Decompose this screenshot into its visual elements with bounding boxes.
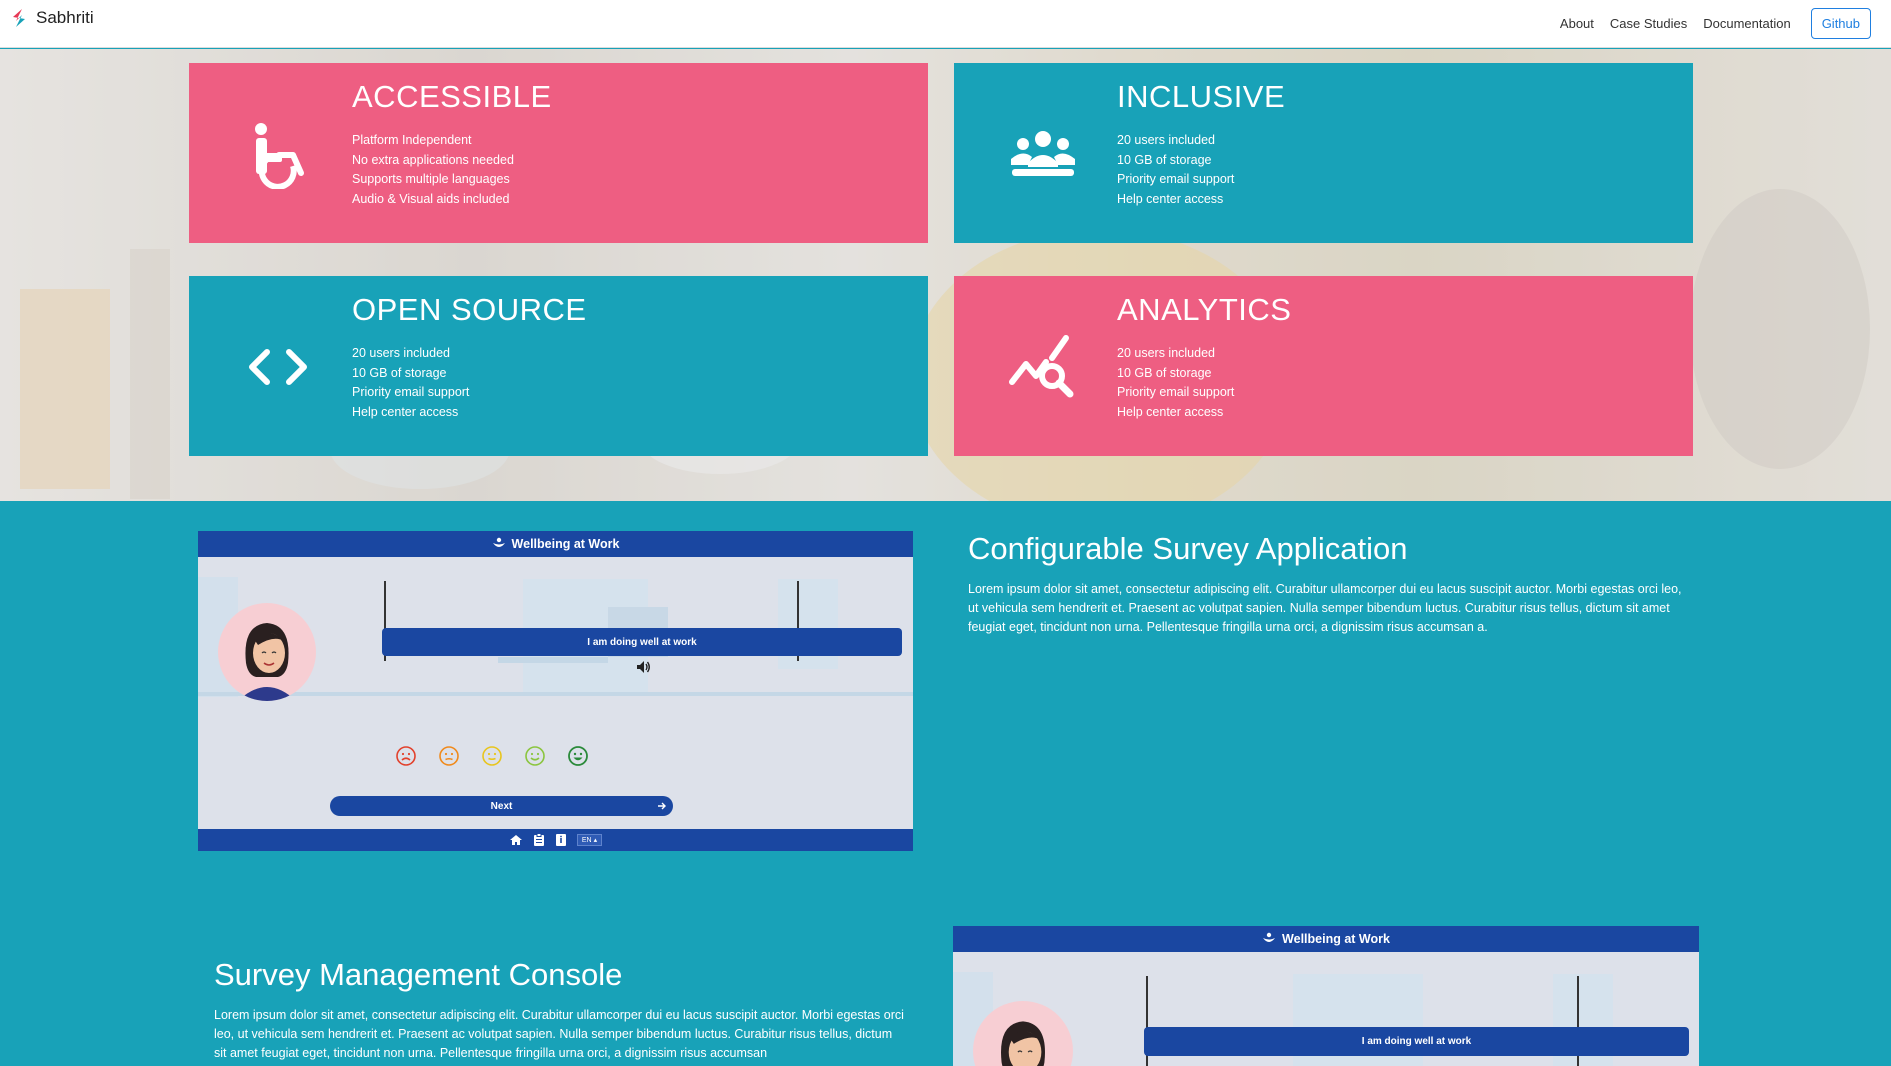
language-code: EN: [581, 837, 592, 844]
card-feature-item: 10 GB of storage: [1117, 152, 1212, 167]
nav-links: About Case Studies Documentation Github: [1544, 8, 1871, 39]
card-feature-item: 10 GB of storage: [1117, 365, 1212, 380]
app-footer: EN ▴: [198, 829, 913, 851]
office-background-illustration: [198, 557, 913, 829]
card-feature-item: No extra applications needed: [352, 152, 514, 167]
card-feature-item: Platform Independent: [352, 133, 472, 147]
card-feature-list: 20 users included 10 GB of storage Prior…: [1117, 131, 1234, 209]
card-title: ACCESSIBLE: [352, 79, 552, 114]
survey-console-screenshot: Wellbeing at Work I am doing well at wor…: [953, 926, 1699, 1066]
statement-bubble: I am doing well at work: [1144, 1027, 1689, 1056]
mood-unhappy-icon[interactable]: [438, 745, 460, 767]
language-selector[interactable]: EN ▴: [576, 834, 603, 846]
card-title: OPEN SOURCE: [352, 292, 587, 327]
clipboard-icon[interactable]: [533, 833, 545, 847]
feature-desc-survey-app: Lorem ipsum dolor sit amet, consectetur …: [968, 582, 1682, 634]
users-group-icon: [1011, 131, 1075, 176]
feature-title-survey-app: Configurable Survey Application: [968, 531, 1408, 566]
feature-card-inclusive: INCLUSIVE 20 users included 10 GB of sto…: [954, 63, 1693, 243]
card-feature-item: 20 users included: [352, 346, 450, 360]
avatar: [218, 603, 316, 701]
wellbeing-logo-icon: [492, 537, 505, 547]
woman-avatar-illustration: [238, 623, 296, 701]
app-title: Wellbeing at Work: [1282, 932, 1390, 946]
next-button[interactable]: Next: [330, 796, 673, 816]
card-feature-item: 20 users included: [1117, 133, 1215, 147]
home-icon[interactable]: [509, 834, 523, 846]
info-icon[interactable]: [555, 833, 567, 847]
card-feature-list: 20 users included 10 GB of storage Prior…: [1117, 344, 1234, 422]
brand-name: Sabhriti: [36, 8, 94, 27]
card-title: ANALYTICS: [1117, 292, 1292, 327]
survey-app-screenshot: Wellbeing at Work I am doing well at wor…: [198, 531, 913, 851]
card-title: INCLUSIVE: [1117, 79, 1286, 114]
brand[interactable]: Sabhriti: [10, 8, 94, 28]
card-feature-list: Platform Independent No extra applicatio…: [352, 131, 514, 209]
hero-section: ACCESSIBLE Platform Independent No extra…: [0, 49, 1891, 501]
nav-link-about[interactable]: About: [1560, 16, 1594, 31]
feature-card-open-source: OPEN SOURCE 20 users included 10 GB of s…: [189, 276, 928, 456]
wheelchair-icon: [255, 123, 304, 189]
card-feature-item: Priority email support: [1117, 385, 1235, 399]
nav-link-documentation[interactable]: Documentation: [1703, 16, 1790, 31]
mood-very-unhappy-icon[interactable]: [395, 745, 417, 767]
card-feature-item: Supports multiple languages: [352, 172, 510, 186]
app-header: Wellbeing at Work: [953, 926, 1699, 952]
feature-card-accessible: ACCESSIBLE Platform Independent No extra…: [189, 63, 928, 243]
mood-happy-icon[interactable]: [524, 745, 546, 767]
mood-very-happy-icon[interactable]: [567, 745, 589, 767]
feature-card-analytics: ANALYTICS 20 users included 10 GB of sto…: [954, 276, 1693, 456]
statement-text: I am doing well at work: [1361, 1036, 1472, 1047]
feature-title-management-console: Survey Management Console: [214, 957, 623, 992]
card-feature-item: Priority email support: [352, 385, 470, 399]
app-title: Wellbeing at Work: [511, 537, 620, 551]
card-feature-item: 10 GB of storage: [352, 365, 447, 380]
wellbeing-logo-icon: [1263, 932, 1276, 942]
brand-logo-icon: [13, 9, 25, 27]
github-button[interactable]: Github: [1810, 8, 1871, 39]
speaker-icon[interactable]: [635, 659, 651, 675]
mood-neutral-icon[interactable]: [481, 745, 503, 767]
card-feature-item: Help center access: [1117, 191, 1224, 206]
card-feature-item: Help center access: [352, 404, 459, 419]
card-feature-item: 20 users included: [1117, 346, 1215, 360]
code-icon: [249, 349, 307, 385]
next-label: Next: [490, 800, 513, 812]
top-navbar: Sabhriti About Case Studies Documentatio…: [0, 0, 1891, 48]
analytics-search-icon: [1009, 335, 1074, 398]
card-feature-item: Audio & Visual aids included: [352, 191, 510, 206]
card-feature-list: 20 users included 10 GB of storage Prior…: [352, 344, 469, 422]
card-feature-item: Help center access: [1117, 404, 1224, 419]
app-header: Wellbeing at Work: [198, 531, 913, 557]
statement-text: I am doing well at work: [587, 636, 697, 648]
feature-desc-management-console: Lorem ipsum dolor sit amet, consectetur …: [214, 1008, 904, 1060]
nav-link-case-studies[interactable]: Case Studies: [1610, 16, 1687, 31]
card-feature-item: Priority email support: [1117, 172, 1235, 186]
statement-bubble: I am doing well at work: [382, 628, 902, 656]
arrow-right-icon: [658, 802, 666, 810]
